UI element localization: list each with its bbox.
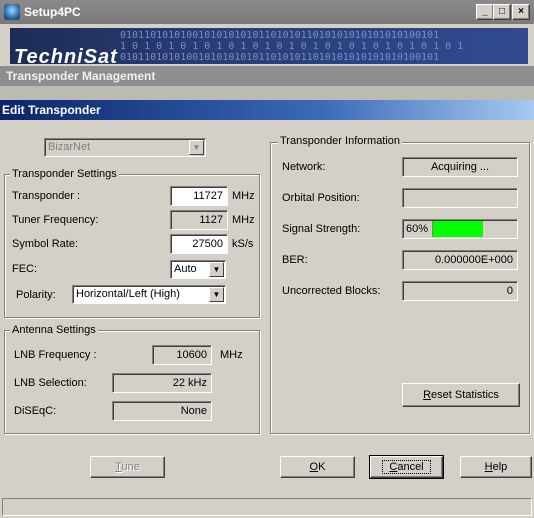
- fec-select-value: Auto: [174, 263, 197, 275]
- dialog-title-bar: Edit Transponder: [0, 100, 534, 120]
- orbital-position-label: Orbital Position:: [282, 192, 360, 204]
- polarity-select[interactable]: Horizontal/Left (High) ▼: [72, 285, 226, 304]
- cancel-focus-rect: Cancel: [382, 460, 431, 474]
- help-label: elp: [492, 461, 508, 473]
- network-select[interactable]: BizarNet ▼: [44, 138, 206, 157]
- diseqc-label: DiSEqC:: [14, 405, 57, 417]
- lnb-selection-field: 22 kHz: [112, 373, 212, 393]
- ok-mnemonic: O: [309, 461, 319, 473]
- lnb-frequency-label: LNB Frequency :: [14, 349, 97, 361]
- transponder-label: Transponder :: [12, 190, 81, 202]
- chevron-down-icon: ▼: [189, 140, 204, 155]
- status-bar-pane: [2, 498, 532, 516]
- transponder-settings-title: Transponder Settings: [10, 168, 119, 180]
- network-select-value: BizarNet: [48, 141, 91, 153]
- window-title-bar: Setup4PC _ □ ×: [0, 0, 534, 24]
- reset-label: eset Statistics: [431, 389, 499, 401]
- lnb-frequency-field: 10600: [152, 345, 212, 365]
- signal-strength-percent: 60%: [406, 223, 429, 235]
- binary-row: 0101101010100101010101011010101101010101…: [120, 30, 440, 41]
- brand-banner: 0101101010100101010101011010101101010101…: [10, 28, 528, 64]
- tuner-frequency-label: Tuner Frequency:: [12, 214, 99, 226]
- transponder-unit: MHz: [232, 190, 255, 202]
- maximize-button[interactable]: □: [493, 4, 511, 20]
- window-title: Setup4PC: [24, 5, 81, 19]
- brand-logo: TechniSat: [14, 46, 118, 64]
- lnb-selection-label: LNB Selection:: [14, 377, 87, 389]
- cancel-button[interactable]: Cancel: [369, 455, 444, 479]
- tuner-frequency-field: 1127: [170, 210, 228, 230]
- section-divider: [0, 86, 534, 100]
- polarity-label: Polarity:: [16, 289, 56, 301]
- antenna-settings-title: Antenna Settings: [10, 324, 98, 336]
- polarity-select-value: Horizontal/Left (High): [76, 288, 180, 300]
- minimize-button[interactable]: _: [476, 4, 494, 20]
- help-mnemonic: H: [484, 461, 493, 473]
- symbol-rate-label: Symbol Rate:: [12, 238, 79, 250]
- section-header: Transponder Management: [0, 66, 534, 86]
- binary-row: 1 0 1 0 1 0 1 0 1 0 1 0 1 0 1 0 1 0 1 0 …: [120, 41, 464, 52]
- signal-strength-meter: 60%: [402, 219, 518, 239]
- ber-field: 0.000000E+000: [402, 250, 518, 270]
- ok-label: K: [318, 461, 326, 473]
- uncorrected-blocks-field: 0: [402, 281, 518, 301]
- symbol-rate-input[interactable]: 27500: [170, 234, 228, 254]
- app-icon: [4, 4, 20, 20]
- transponder-information-title: Transponder Information: [278, 135, 403, 147]
- cancel-label: ancel: [397, 461, 424, 473]
- chevron-down-icon: ▼: [209, 287, 224, 302]
- network-status-field: Acquiring ...: [402, 157, 518, 177]
- symbol-rate-unit: kS/s: [232, 238, 254, 250]
- fec-select[interactable]: Auto ▼: [170, 260, 226, 279]
- ber-label: BER:: [282, 254, 308, 266]
- signal-strength-bar: [432, 221, 483, 237]
- uncorrected-blocks-label: Uncorrected Blocks:: [282, 285, 381, 297]
- binary-row: 0101101010100101010101011010101101010101…: [120, 52, 440, 63]
- dialog-title: Edit Transponder: [2, 103, 101, 117]
- tune-label: une: [121, 461, 140, 473]
- diseqc-field: None: [112, 401, 212, 421]
- fec-label: FEC:: [12, 263, 38, 275]
- ok-button[interactable]: OK: [280, 456, 355, 478]
- orbital-position-field: [402, 188, 518, 208]
- chevron-down-icon: ▼: [209, 262, 224, 277]
- close-button[interactable]: ×: [512, 4, 530, 20]
- network-label: Network:: [282, 161, 326, 173]
- reset-mnemonic: R: [423, 389, 432, 401]
- lnb-frequency-unit: MHz: [220, 349, 243, 361]
- tuner-frequency-unit: MHz: [232, 214, 255, 226]
- tune-button[interactable]: Tune: [90, 456, 165, 478]
- signal-strength-label: Signal Strength:: [282, 223, 361, 235]
- reset-statistics-button[interactable]: Reset Statistics: [402, 383, 520, 407]
- transponder-input[interactable]: 11727: [170, 186, 228, 206]
- section-title: Transponder Management: [6, 69, 156, 83]
- binary-pattern: 0101101010100101010101011010101101010101…: [120, 30, 528, 63]
- help-button[interactable]: Help: [460, 456, 532, 478]
